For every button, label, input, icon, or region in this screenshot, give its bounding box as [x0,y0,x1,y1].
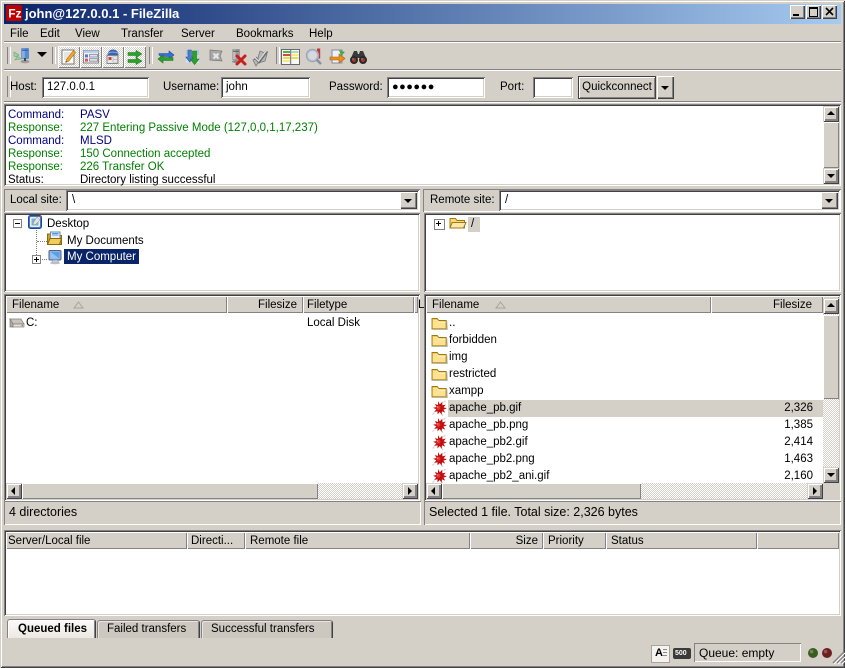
svg-text:Fz: Fz [8,7,21,21]
